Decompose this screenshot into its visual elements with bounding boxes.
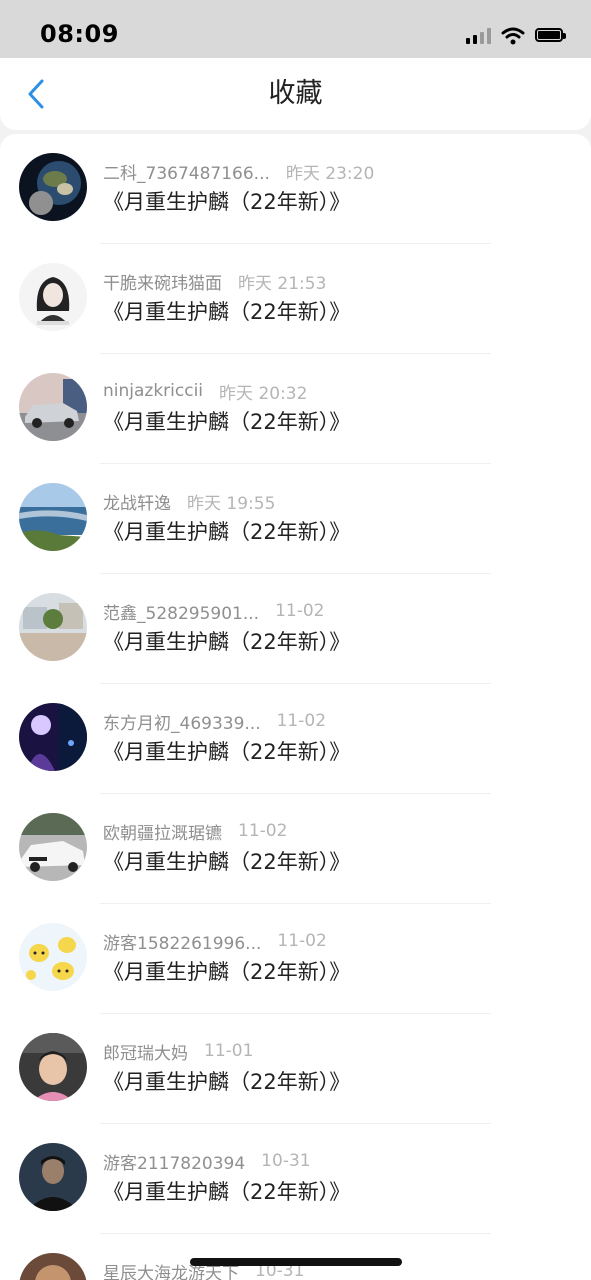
item-time: 昨天 21:53 (238, 273, 327, 294)
list-item[interactable]: 东方月初_469339... 11-02 《月重生护麟（22年新）》 (0, 684, 591, 794)
street-avatar (19, 593, 87, 661)
anime-night-avatar (19, 703, 87, 771)
seashore-avatar (19, 483, 87, 551)
item-time: 10-31 (261, 1151, 311, 1171)
item-title: 《月重生护麟（22年新）》 (103, 630, 351, 654)
child-avatar (19, 1033, 87, 1101)
back-button[interactable] (18, 76, 54, 112)
item-meta: 东方月初_469339... 11-02 (103, 709, 327, 734)
user-name: 东方月初_469339... (103, 713, 261, 734)
list-item[interactable]: 星辰大海龙游天下 10-31 (0, 1234, 591, 1280)
item-title: 《月重生护麟（22年新）》 (103, 960, 351, 984)
user-name: 欧朝疆拉溉琚镳 (103, 823, 222, 844)
item-title: 《月重生护麟（22年新）》 (103, 1070, 351, 1094)
battery-icon (535, 28, 567, 44)
man-dark-avatar (19, 1143, 87, 1211)
white-car-avatar (19, 813, 87, 881)
item-title: 《月重生护麟（22年新）》 (103, 740, 351, 764)
girl-sketch-avatar (19, 263, 87, 331)
user-name: 游客2117820394 (103, 1153, 246, 1174)
user-name: 干脆来碗玮猫面 (103, 273, 222, 294)
list-item[interactable]: 二科_7367487166... 昨天 23:20 《月重生护麟（22年新）》 (0, 134, 591, 244)
item-meta: 郎冠瑞大妈 11-01 (103, 1039, 254, 1064)
car-avatar (19, 373, 87, 441)
item-time: 11-02 (238, 821, 288, 841)
status-bar: 08:09 (0, 0, 591, 58)
item-time: 昨天 23:20 (285, 163, 375, 184)
list-item[interactable]: 郎冠瑞大妈 11-01 《月重生护麟（22年新）》 (0, 1014, 591, 1124)
item-time: 昨天 19:55 (187, 493, 276, 514)
page-title: 收藏 (268, 78, 323, 109)
item-meta: ninjazkriccii 昨天 20:32 (103, 379, 308, 404)
item-time: 11-01 (204, 1041, 254, 1061)
item-meta: 欧朝疆拉溉琚镳 11-02 (103, 819, 288, 844)
favorites-list: 二科_7367487166... 昨天 23:20 《月重生护麟（22年新）》 … (0, 134, 591, 1280)
cellular-signal-icon (466, 28, 491, 44)
item-title: 《月重生护麟（22年新）》 (103, 1180, 351, 1204)
home-indicator[interactable] (190, 1258, 402, 1266)
list-item[interactable]: 游客2117820394 10-31 《月重生护麟（22年新）》 (0, 1124, 591, 1234)
item-meta: 干脆来碗玮猫面 昨天 21:53 (103, 269, 327, 294)
item-meta: 龙战轩逸 昨天 19:55 (103, 489, 276, 514)
item-time: 11-02 (277, 931, 327, 951)
list-item[interactable]: 龙战轩逸 昨天 19:55 《月重生护麟（22年新）》 (0, 464, 591, 574)
item-title: 《月重生护麟（22年新）》 (103, 850, 351, 874)
list-item[interactable]: 范鑫_528295901... 11-02 《月重生护麟（22年新）》 (0, 574, 591, 684)
nav-header: 收藏 (0, 58, 591, 130)
wifi-icon (501, 27, 525, 45)
item-title: 《月重生护麟（22年新）》 (103, 300, 351, 324)
user-name: ninjazkriccii (103, 381, 204, 401)
item-title: 《月重生护麟（22年新）》 (103, 520, 351, 544)
user-name: 范鑫_528295901... (103, 603, 260, 624)
list-item[interactable]: 干脆来碗玮猫面 昨天 21:53 《月重生护麟（22年新）》 (0, 244, 591, 354)
user-name: 郎冠瑞大妈 (103, 1043, 188, 1064)
item-title: 《月重生护麟（22年新）》 (103, 190, 351, 214)
list-item[interactable]: ninjazkriccii 昨天 20:32 《月重生护麟（22年新）》 (0, 354, 591, 464)
status-icons (466, 26, 567, 46)
item-meta: 二科_7367487166... 昨天 23:20 (103, 159, 375, 184)
item-title: 《月重生护麟（22年新）》 (103, 410, 351, 434)
pikachu-avatar (19, 923, 87, 991)
item-time: 11-02 (276, 711, 327, 731)
item-time: 昨天 20:32 (219, 383, 308, 404)
chevron-left-icon (28, 79, 44, 109)
earth-from-space-avatar (19, 153, 87, 221)
item-time: 11-02 (275, 601, 325, 621)
list-item[interactable]: 游客1582261996... 11-02 《月重生护麟（22年新）》 (0, 904, 591, 1014)
item-meta: 游客1582261996... 11-02 (103, 929, 327, 954)
partial-avatar (19, 1253, 87, 1280)
user-name: 龙战轩逸 (103, 493, 171, 514)
item-meta: 范鑫_528295901... 11-02 (103, 599, 325, 624)
list-item[interactable]: 欧朝疆拉溉琚镳 11-02 《月重生护麟（22年新）》 (0, 794, 591, 904)
user-name: 游客1582261996... (103, 933, 262, 954)
user-name: 二科_7367487166... (103, 163, 270, 184)
item-meta: 游客2117820394 10-31 (103, 1149, 311, 1174)
status-time: 08:09 (40, 20, 119, 48)
